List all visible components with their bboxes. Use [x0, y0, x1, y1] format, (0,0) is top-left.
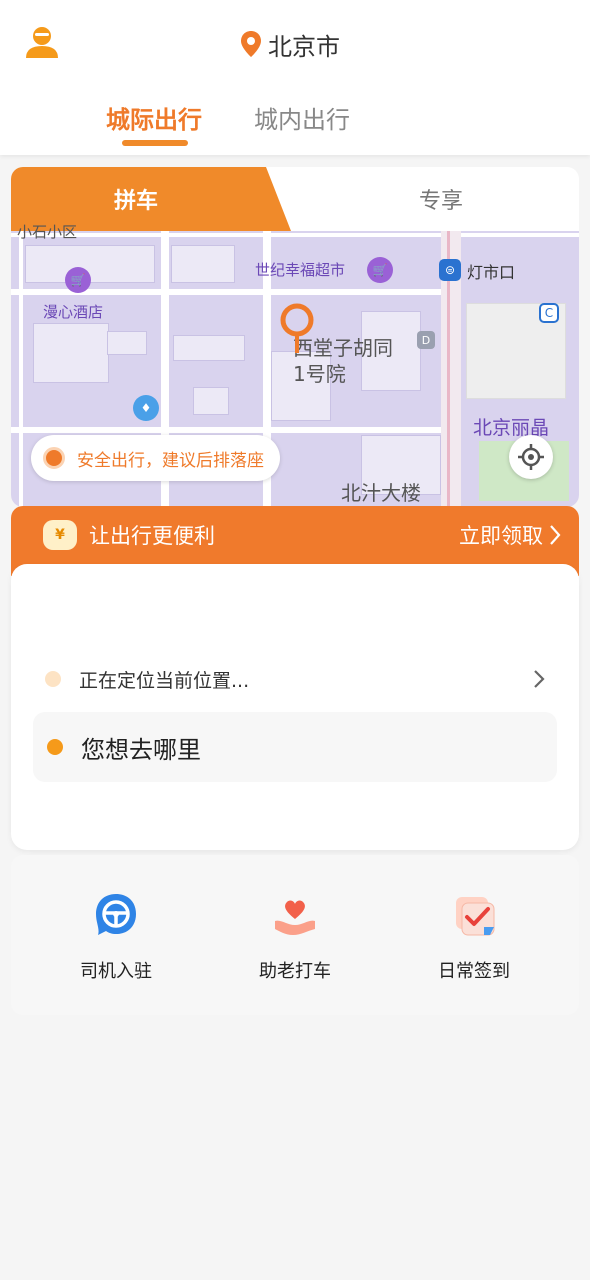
map-view[interactable]: 🛒 🛒 ⊜ ♦ C D 小石小区 世纪幸福超市 灯市口 漫心酒店 西堂子胡同1号… [11, 223, 579, 507]
coupon-icon: ¥ [43, 520, 77, 550]
map-block [173, 335, 245, 361]
destination-input[interactable]: 您想去哪里 [33, 712, 557, 782]
ride-card: 拼车 专享 🛒 🛒 ⊜ ♦ C D 小石小区 世纪幸福超市 灯市口 漫心酒店 西… [11, 167, 579, 507]
metro-d-icon: D [417, 331, 435, 349]
calendar-check-icon [448, 889, 500, 941]
map-block [107, 331, 147, 355]
map-label-hotel: 漫心酒店 [43, 303, 104, 321]
tab-intercity[interactable]: 城际出行 [106, 100, 202, 135]
map-road [11, 233, 579, 237]
service-label: 日常签到 [438, 961, 510, 982]
origin-text: 正在定位当前位置... [79, 669, 250, 692]
destination-dot-icon [47, 739, 63, 755]
heart-hand-icon [269, 889, 321, 941]
locate-crosshair-icon [518, 444, 544, 470]
map-block [193, 387, 229, 415]
shopping-poi-icon: 🛒 [367, 257, 393, 283]
locate-button[interactable] [509, 435, 553, 479]
steering-wheel-icon [90, 889, 142, 941]
address-card: 正在定位当前位置... 您想去哪里 [11, 564, 579, 850]
map-label-subway: 灯市口 [467, 263, 516, 282]
city-selector[interactable]: 北京市 [240, 26, 340, 62]
map-road [11, 427, 441, 433]
promo-title: 让出行更便利 [89, 524, 215, 548]
service-daily-checkin[interactable]: 日常签到 [399, 889, 549, 983]
chevron-right-icon [534, 670, 545, 688]
safety-notice: 安全出行，建议后排落座 [31, 435, 280, 481]
city-name: 北京市 [268, 32, 340, 61]
map-road [19, 231, 23, 507]
subway-station-icon: ⊜ [439, 259, 461, 281]
map-block [33, 323, 109, 383]
header: 北京市 城际出行 城内出行 [0, 0, 590, 155]
destination-placeholder: 您想去哪里 [81, 735, 201, 764]
chevron-right-icon [550, 525, 561, 545]
notice-dot-icon [43, 447, 65, 469]
active-tab-indicator [122, 140, 188, 146]
service-label: 司机入驻 [80, 961, 152, 982]
tab-intracity[interactable]: 城内出行 [254, 100, 350, 135]
services-panel: 司机入驻 助老打车 日常签到 [11, 855, 579, 1015]
origin-dot-icon [45, 671, 61, 687]
notice-text: 安全出行，建议后排落座 [77, 450, 264, 471]
metro-c-icon: C [539, 303, 559, 323]
map-label-top: 小石小区 [17, 223, 78, 241]
tab-exclusive[interactable]: 专享 [341, 167, 541, 231]
mode-tabs: 拼车 专享 [11, 167, 579, 231]
service-label: 助老打车 [259, 961, 331, 982]
map-block [171, 245, 235, 283]
user-avatar-icon[interactable] [22, 24, 62, 60]
origin-row[interactable]: 正在定位当前位置... [45, 664, 545, 694]
map-label-supermarket: 世纪幸福超市 [255, 261, 346, 279]
promo-claim-link[interactable]: 立即领取 [459, 520, 561, 550]
poi-icon: ♦ [133, 395, 159, 421]
promo-action-label: 立即领取 [459, 524, 543, 548]
map-label-bottom: 北汁大楼 [341, 481, 421, 505]
service-elderly-taxi[interactable]: 助老打车 [220, 889, 370, 983]
service-driver-join[interactable]: 司机入驻 [41, 889, 191, 983]
location-pin-icon [241, 31, 261, 57]
shopping-poi-icon: 🛒 [65, 267, 91, 293]
map-marker-icon [280, 303, 314, 353]
